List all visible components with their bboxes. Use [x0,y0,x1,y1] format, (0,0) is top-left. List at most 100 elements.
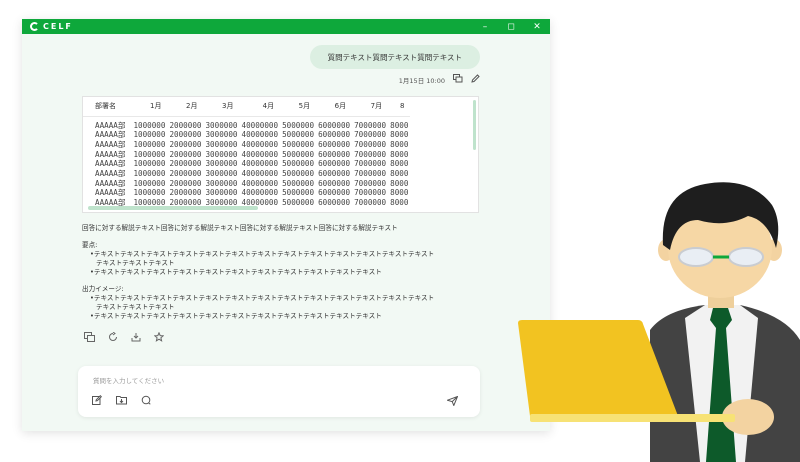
table-cell: 8000 [390,178,409,188]
vertical-scrollbar[interactable] [473,100,476,150]
table-cell: 1000000 [133,120,166,130]
table-cell: 2000000 [169,188,202,198]
table-cell: 3000000 [205,169,238,179]
bullet-item-continued: テキストテキストテキスト [96,259,175,267]
send-icon[interactable] [445,395,459,409]
message-timestamp: 1月15日 10:00 [398,77,445,85]
table-cell: 8000 [390,139,409,149]
table-cell: 5000000 [282,159,315,169]
maximize-button[interactable]: ◻ [498,19,524,34]
table-row: AAAAA部 1000000 2000000 3000000 40000000 50000… [83,179,410,189]
column-header-month: 2月 [167,97,204,117]
table-cell: AAAAA部 [95,149,126,159]
table-cell: 8000 [390,198,409,208]
close-button[interactable]: ✕ [524,19,550,34]
table-row: AAAAA部 1000000 2000000 3000000 40000000 50000… [83,169,410,179]
favorite-star-icon[interactable] [153,331,165,345]
column-header-month: 3月 [203,97,240,117]
table-cell: 2000000 [169,130,202,140]
table-cell: 3000000 [205,159,238,169]
table-cell: 7000000 [354,120,387,130]
column-header-month: 7月 [352,97,389,117]
table-cell: 7000000 [354,149,387,159]
table-cell: 3000000 [205,139,238,149]
bullet-item-continued: テキストテキストテキスト [96,303,175,311]
copy-icon[interactable] [453,74,463,86]
bullet-item: •テキストテキストテキストテキストテキストテキストテキストテキストテキストテキス… [90,250,435,258]
download-icon[interactable] [131,332,141,345]
chat-input-placeholder[interactable]: 質問を入力してください [93,375,164,385]
table-cell: 3000000 [205,188,238,198]
bullet-item: •テキストテキストテキストテキストテキストテキストテキストテキストテキストテキス… [90,268,382,276]
answer-text: 回答に対する解説テキスト回答に対する解説テキスト回答に対する解説テキスト回答に対… [82,224,482,321]
table-cell: 5000000 [282,178,315,188]
app-logo: CELF [30,22,73,31]
table-cell: 6000000 [318,188,351,198]
table-cell: 40000000 [241,130,279,140]
table-cell: 2000000 [169,159,202,169]
table-cell: 8000 [390,159,409,169]
data-table: 部署名 1月 2月 3月 4月 5月 6月 7月 8 AAAAA部 1000000 2000000 3… [83,97,411,208]
table-cell: AAAAA部 [95,178,126,188]
table-cell: 40000000 [241,139,279,149]
column-header-month: 1月 [131,97,168,117]
table-cell: 7000000 [354,159,387,169]
answer-intro: 回答に対する解説テキスト回答に対する解説テキスト回答に対する解説テキスト回答に対… [82,224,398,232]
column-header-month: 8 [388,97,411,117]
table-cell: 8000 [390,188,409,198]
edit-icon[interactable] [471,74,480,86]
table-cell: 6000000 [318,139,351,149]
table-cell: 2000000 [169,139,202,149]
regenerate-icon[interactable] [108,331,118,345]
bullet-item: •テキストテキストテキストテキストテキストテキストテキストテキストテキストテキス… [90,312,382,320]
table-cell: AAAAA部 [95,120,126,130]
table-cell: 1000000 [133,130,166,140]
table-cell: AAAAA部 [95,130,126,140]
data-table-container[interactable]: 部署名 1月 2月 3月 4月 5月 6月 7月 8 AAAAA部 1000000 2000000 3… [82,96,479,213]
section-title: 出力イメージ: [82,285,124,293]
table-row: AAAAA部 1000000 2000000 3000000 40000000 50000… [83,130,410,140]
table-cell: 40000000 [241,149,279,159]
table-cell: 6000000 [318,120,351,130]
copy-icon[interactable] [84,332,95,345]
table-row: AAAAA部 1000000 2000000 3000000 40000000 50000… [83,116,410,130]
table-row: AAAAA部 1000000 2000000 3000000 40000000 50000… [83,188,410,198]
table-cell: 7000000 [354,188,387,198]
table-cell: 5000000 [282,139,315,149]
table-cell: 7000000 [354,139,387,149]
table-cell: 3000000 [205,178,238,188]
chat-input-box[interactable]: 質問を入力してください [78,366,480,417]
table-cell: 2000000 [169,169,202,179]
table-cell: 6000000 [318,159,351,169]
table-cell: 8000 [390,149,409,159]
table-cell: AAAAA部 [95,169,126,179]
table-cell: 2000000 [169,120,202,130]
section-title: 要点: [82,241,98,249]
logo-mark-icon [30,22,39,31]
logo-text: CELF [43,22,73,31]
table-cell: 6000000 [318,130,351,140]
table-cell: 3000000 [205,130,238,140]
table-cell: 40000000 [241,169,279,179]
search-icon[interactable] [141,395,151,408]
table-row: AAAAA部 1000000 2000000 3000000 40000000 50000… [83,150,410,160]
table-cell: 1000000 [133,139,166,149]
folder-icon[interactable] [116,395,127,408]
table-cell: 7000000 [354,198,387,208]
compose-icon[interactable] [92,394,103,408]
table-cell: 5000000 [282,149,315,159]
message-meta: 1月15日 10:00 [399,74,480,86]
bullet-item: •テキストテキストテキストテキストテキストテキストテキストテキストテキストテキス… [90,294,435,302]
office-worker-illustration [518,182,800,462]
table-cell: 6000000 [318,178,351,188]
table-cell: AAAAA部 [95,139,126,149]
user-question-bubble: 質問テキスト質問テキスト質問テキスト [309,45,480,69]
table-cell: 6000000 [318,169,351,179]
table-cell: 40000000 [241,188,279,198]
table-cell: 2000000 [169,149,202,159]
horizontal-scrollbar[interactable] [88,206,258,210]
table-cell: 40000000 [241,178,279,188]
minimize-button[interactable]: – [472,19,498,34]
table-cell: 7000000 [354,169,387,179]
table-cell: 6000000 [318,198,351,208]
